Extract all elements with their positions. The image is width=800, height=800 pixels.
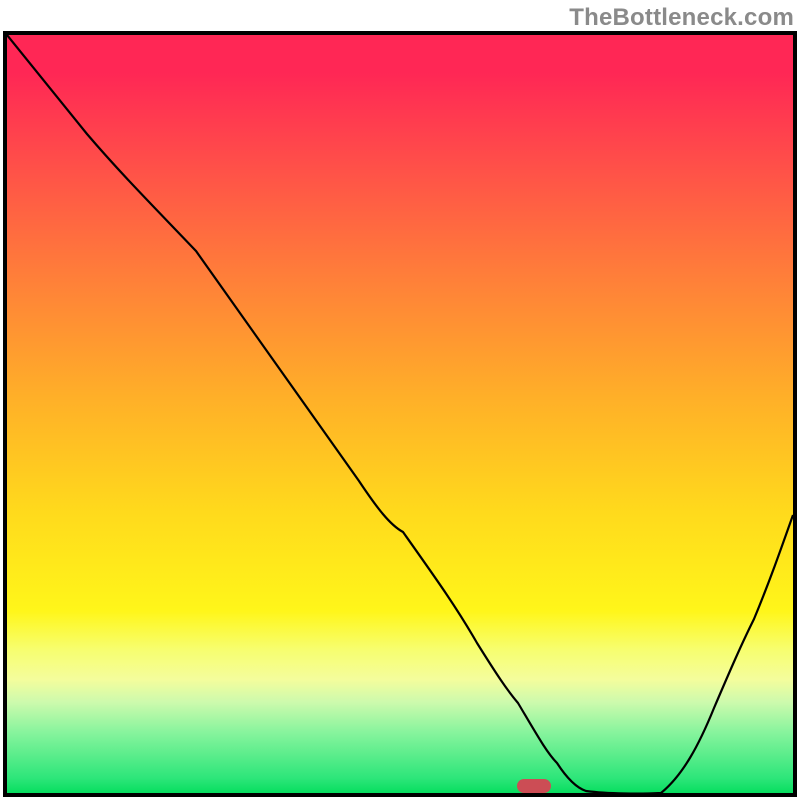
- chart-frame-border: [3, 31, 797, 797]
- chart-canvas: TheBottleneck.com: [0, 0, 800, 800]
- watermark-text: TheBottleneck.com: [569, 4, 794, 32]
